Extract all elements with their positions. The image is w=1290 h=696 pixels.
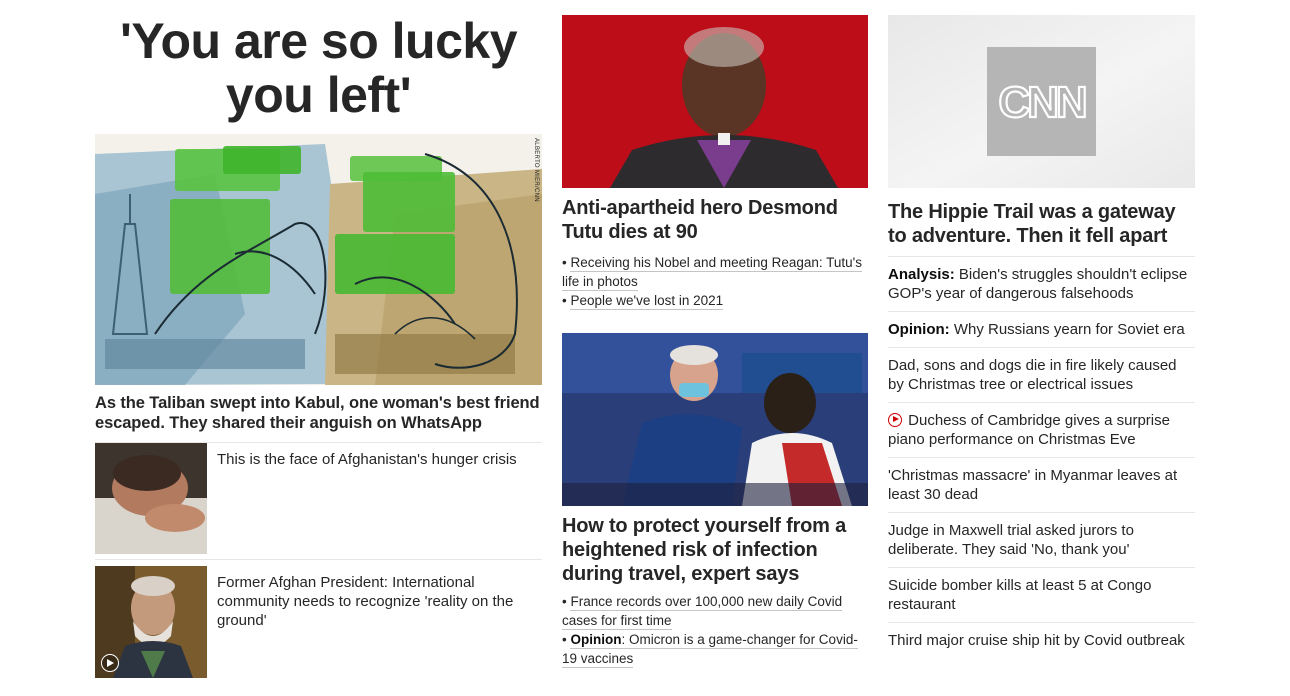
list-item[interactable]: Analysis: Biden's struggles shouldn't ec… (888, 256, 1195, 312)
cnn-placeholder-image[interactable]: CNN (888, 15, 1195, 188)
vaccine-photo-graphic (562, 333, 868, 506)
list-item[interactable]: Suicide bomber kills at least 5 at Congo… (888, 568, 1195, 623)
list-item[interactable]: Dad, sons and dogs die in fire likely ca… (888, 348, 1195, 403)
hero-illustration-graphic (95, 134, 542, 385)
list-item[interactable]: Opinion: Why Russians yearn for Soviet e… (888, 312, 1195, 348)
child-photo-graphic (95, 443, 207, 554)
tutu-photo[interactable] (562, 15, 868, 188)
story-title: Former Afghan President: International c… (217, 574, 514, 629)
covid-related-links: • France records over 100,000 new daily … (562, 592, 868, 668)
right-column: CNN The Hippie Trail was a gateway to ad… (888, 15, 1195, 658)
child-photo-thumbnail (95, 443, 207, 554)
image-credit: ALBERTO MIER/CNN (533, 138, 539, 202)
center-column: Anti-apartheid hero Desmond Tutu dies at… (562, 15, 868, 668)
headline-list: Analysis: Biden's struggles shouldn't ec… (888, 256, 1195, 658)
tutu-related-links: • Receiving his Nobel and meeting Reagan… (562, 253, 868, 310)
related-link[interactable]: • Opinion: Omicron is a game-changer for… (562, 630, 868, 668)
related-link[interactable]: • People we've lost in 2021 (562, 291, 868, 310)
related-link[interactable]: • France records over 100,000 new daily … (562, 592, 868, 630)
hero-story-title[interactable]: As the Taliban swept into Kabul, one wom… (95, 393, 542, 443)
cnn-logo-text: CNN (998, 78, 1085, 127)
list-item[interactable]: 'Christmas massacre' in Myanmar leaves a… (888, 458, 1195, 513)
vaccine-photo[interactable] (562, 333, 868, 506)
covid-travel-story-title[interactable]: How to protect yourself from a heightene… (562, 514, 868, 586)
hero-illustration[interactable]: ALBERTO MIER/CNN (95, 134, 542, 385)
karzai-video-thumbnail (95, 566, 207, 678)
tutu-photo-graphic (562, 15, 868, 188)
main-headline[interactable]: 'You are so lucky you left' (95, 14, 542, 122)
story-afghan-hunger[interactable]: This is the face of Afghanistan's hunger… (95, 443, 542, 560)
list-item[interactable]: Duchess of Cambridge gives a surprise pi… (888, 403, 1195, 458)
story-title: This is the face of Afghanistan's hunger… (217, 451, 517, 468)
cnn-logo-placeholder: CNN (888, 15, 1195, 188)
story-karzai[interactable]: Former Afghan President: International c… (95, 566, 542, 678)
play-video-icon (101, 654, 119, 672)
left-column: 'You are so lucky you left' ALBERTO MIER… (95, 14, 542, 678)
related-link[interactable]: • Receiving his Nobel and meeting Reagan… (562, 253, 868, 291)
hippie-trail-title[interactable]: The Hippie Trail was a gateway to advent… (888, 200, 1195, 248)
list-item[interactable]: Judge in Maxwell trial asked jurors to d… (888, 513, 1195, 568)
list-item[interactable]: Third major cruise ship hit by Covid out… (888, 623, 1195, 658)
video-play-icon (888, 413, 902, 427)
tutu-story-title[interactable]: Anti-apartheid hero Desmond Tutu dies at… (562, 196, 868, 244)
